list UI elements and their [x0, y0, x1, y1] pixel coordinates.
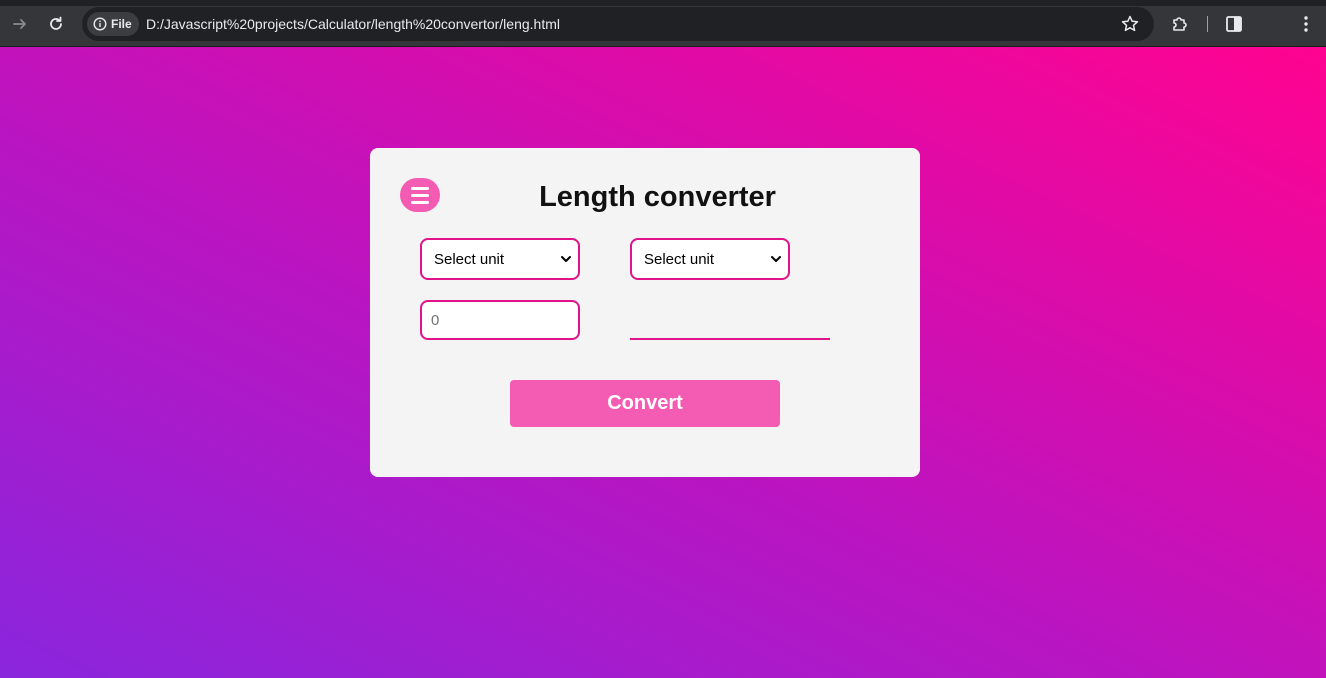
page-viewport: Length converter Select unit Select unit… — [0, 47, 1326, 678]
toolbar-divider — [1207, 16, 1208, 32]
reload-icon — [50, 16, 62, 30]
extensions-button[interactable] — [1168, 12, 1192, 36]
puzzle-icon — [1173, 17, 1187, 31]
site-info-label: File — [111, 17, 132, 31]
to-unit-select[interactable]: Select unit — [630, 238, 790, 280]
site-info-chip[interactable]: File — [87, 12, 139, 36]
side-panel-button[interactable] — [1222, 12, 1246, 36]
info-icon — [93, 17, 107, 31]
convert-button[interactable]: Convert — [510, 380, 780, 427]
reload-button[interactable] — [42, 10, 70, 38]
from-unit-select[interactable]: Select unit — [420, 238, 580, 280]
tab-strip — [0, 0, 1326, 6]
side-panel-icon — [1226, 16, 1242, 32]
url-text[interactable]: D:/Javascript%20projects/Calculator/leng… — [146, 16, 560, 32]
chevron-down-icon — [771, 256, 781, 262]
page-title: Length converter — [539, 181, 776, 213]
chevron-down-icon — [561, 256, 571, 262]
converter-card: Length converter Select unit Select unit… — [370, 148, 920, 477]
kebab-menu-icon — [1304, 16, 1308, 32]
arrow-right-icon — [13, 19, 26, 29]
browser-menu-button[interactable] — [1294, 12, 1318, 36]
address-bar[interactable]: File D:/Javascript%20projects/Calculator… — [82, 7, 1154, 41]
browser-toolbar: File D:/Javascript%20projects/Calculator… — [0, 0, 1326, 47]
from-unit-value: Select unit — [434, 250, 505, 268]
result-field — [630, 300, 830, 340]
length-input[interactable] — [420, 300, 580, 340]
forward-button[interactable] — [6, 10, 34, 38]
to-unit-value: Select unit — [644, 250, 715, 268]
star-icon[interactable] — [1120, 14, 1140, 34]
